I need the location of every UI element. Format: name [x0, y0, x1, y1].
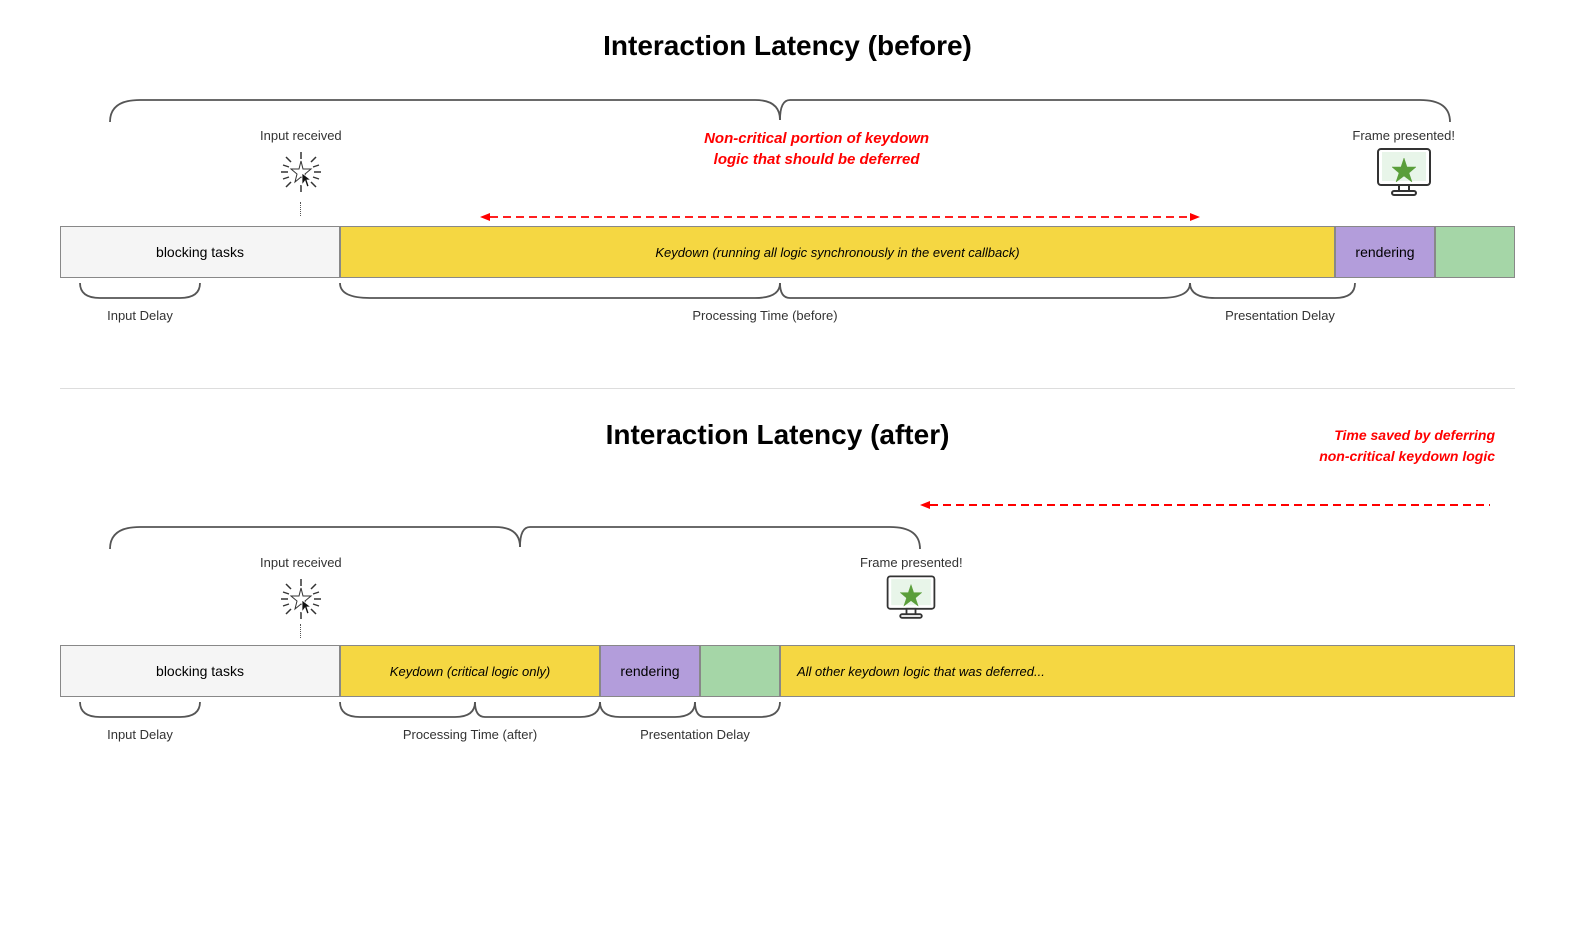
bars-row-before: blocking tasks Keydown (running all logi…	[60, 226, 1515, 278]
svg-text:Presentation Delay: Presentation Delay	[1225, 308, 1335, 323]
input-received-label-before: Input received	[260, 128, 342, 143]
bar-deferred-after: All other keydown logic that was deferre…	[780, 645, 1515, 697]
dashed-arrow-svg	[60, 208, 1515, 226]
cursor-burst-before	[276, 147, 326, 202]
time-saved-annotation: Time saved by deferring non-critical key…	[1136, 419, 1515, 467]
input-received-label-after: Input received	[260, 555, 342, 570]
svg-text:Processing Time (before): Processing Time (before)	[692, 308, 837, 323]
section-separator	[60, 388, 1515, 389]
bars-row-after: blocking tasks Keydown (critical logic o…	[60, 645, 1515, 697]
overall-brace-after	[60, 519, 1515, 555]
section-before: Interaction Latency (before) Input recei…	[60, 30, 1515, 348]
input-received-after: Input received	[260, 555, 342, 638]
time-saved-arrow-svg	[60, 491, 1515, 519]
braces-labels-after: Input Delay Processing Time (after) Pres…	[60, 697, 1515, 767]
burst-cursor-svg-after	[276, 574, 326, 624]
main-container: Interaction Latency (before) Input recei…	[0, 0, 1575, 837]
input-received-area-before: Input received	[60, 128, 1515, 208]
svg-text:Input Delay: Input Delay	[107, 727, 173, 742]
bar-rendering-after: rendering	[600, 645, 700, 697]
dashed-line-row	[60, 208, 1515, 226]
input-received-area-after: Input received	[60, 555, 1515, 645]
frame-presented-after: Frame presented!	[860, 555, 963, 622]
overall-brace-before	[60, 92, 1515, 128]
section2-wrapper: Input received	[60, 491, 1515, 767]
svg-text:Processing Time (after): Processing Time (after)	[403, 727, 537, 742]
frame-presented-label-before: Frame presented!	[1352, 128, 1455, 143]
svg-text:Input Delay: Input Delay	[107, 308, 173, 323]
burst-cursor-svg-before	[276, 147, 326, 197]
red-annotation-before: Non-critical portion of keydown logic th…	[704, 128, 929, 170]
frame-presented-before: Frame presented!	[1352, 128, 1455, 199]
dotted-line-after	[300, 624, 301, 638]
monitor-icon-before	[1374, 147, 1434, 199]
bar-green-after	[700, 645, 780, 697]
bar-keydown-before: Keydown (running all logic synchronously…	[340, 226, 1335, 278]
braces-labels-before: Input Delay Processing Time (before) Pre…	[60, 278, 1515, 348]
section1-wrapper: Input received	[60, 92, 1515, 348]
section-after: Interaction Latency (after) Time saved b…	[60, 419, 1515, 767]
bar-keydown-after: Keydown (critical logic only)	[340, 645, 600, 697]
input-received-before: Input received	[260, 128, 342, 216]
bar-blocking-after: blocking tasks	[60, 645, 340, 697]
section-before-title: Interaction Latency (before)	[60, 30, 1515, 62]
bar-rendering-before: rendering	[1335, 226, 1435, 278]
monitor-icon-after	[884, 574, 938, 622]
bar-green-before	[1435, 226, 1515, 278]
bar-blocking-before: blocking tasks	[60, 226, 340, 278]
svg-text:Presentation Delay: Presentation Delay	[640, 727, 750, 742]
section-after-title: Interaction Latency (after)	[419, 419, 1137, 451]
frame-presented-label-after: Frame presented!	[860, 555, 963, 570]
